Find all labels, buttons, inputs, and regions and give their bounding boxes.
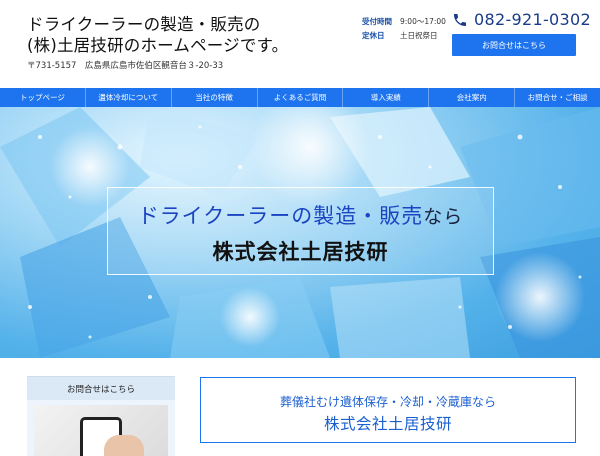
hero-company-name: 株式会社土居技研 (212, 240, 389, 264)
hours-label: 受付時間 (362, 16, 392, 26)
nav-item-features[interactable]: 当社の特徴 (172, 88, 258, 107)
phone-number: 082-921-0302 (474, 10, 591, 29)
nav-item-top[interactable]: トップページ (0, 88, 86, 107)
phone-icon (454, 13, 466, 26)
smartphone-image (34, 405, 168, 456)
nav-item-results[interactable]: 導入実績 (343, 88, 430, 107)
nav-item-contact[interactable]: お問合せ・ご相談 (515, 88, 600, 107)
intro-title: 株式会社土居技研 (323, 415, 452, 433)
site-title[interactable]: ドライクーラーの製造・販売の (株)土居技研のホームページです。 (27, 14, 288, 56)
intro-box: 葬儀社むけ遺体保存・冷却・冷蔵庫なら 株式会社土居技研 (200, 377, 576, 443)
nav-item-faq[interactable]: よくあるご質問 (258, 88, 344, 107)
company-address: 〒731-5157 広島県広島市佐伯区観音台３-20-33 (27, 61, 224, 71)
hero-banner: ドライクーラーの製造・販売なら 株式会社土居技研 (0, 107, 600, 358)
closed-value: 土日祝祭日 (400, 30, 438, 40)
hero-headline-suffix: なら (423, 206, 464, 228)
nav-item-body-cooling[interactable]: 遺体冷却について (86, 88, 172, 107)
global-nav: トップページ 遺体冷却について 当社の特徴 よくあるご質問 導入実績 会社案内 … (0, 88, 600, 107)
hero-headline-main: ドライクーラーの製造・販売 (137, 204, 424, 228)
intro-subtitle: 葬儀社むけ遺体保存・冷却・冷蔵庫なら (279, 395, 496, 409)
sidebar-contact-box[interactable]: お問合せはこちら (27, 376, 175, 456)
closed-label: 定休日 (362, 30, 385, 40)
hours-value: 9:00～17:00 (400, 16, 446, 26)
hand-graphic (104, 435, 144, 456)
phone-number-link[interactable]: 082-921-0302 (452, 10, 591, 29)
contact-button[interactable]: お問合せはこちら (452, 34, 576, 56)
hero-headline-box: ドライクーラーの製造・販売なら 株式会社土居技研 (107, 187, 494, 275)
site-header: ドライクーラーの製造・販売の (株)土居技研のホームページです。 〒731-51… (0, 0, 600, 88)
business-hours: 受付時間 9:00～17:00 定休日 土日祝祭日 (362, 14, 446, 42)
sidebar-contact-title: お問合せはこちら (27, 377, 175, 400)
hero-headline: ドライクーラーの製造・販売なら (108, 200, 493, 230)
site-title-line2: (株)土居技研のホームページです。 (27, 36, 289, 55)
nav-item-company[interactable]: 会社案内 (429, 88, 516, 107)
site-title-line1: ドライクーラーの製造・販売の (27, 15, 261, 34)
